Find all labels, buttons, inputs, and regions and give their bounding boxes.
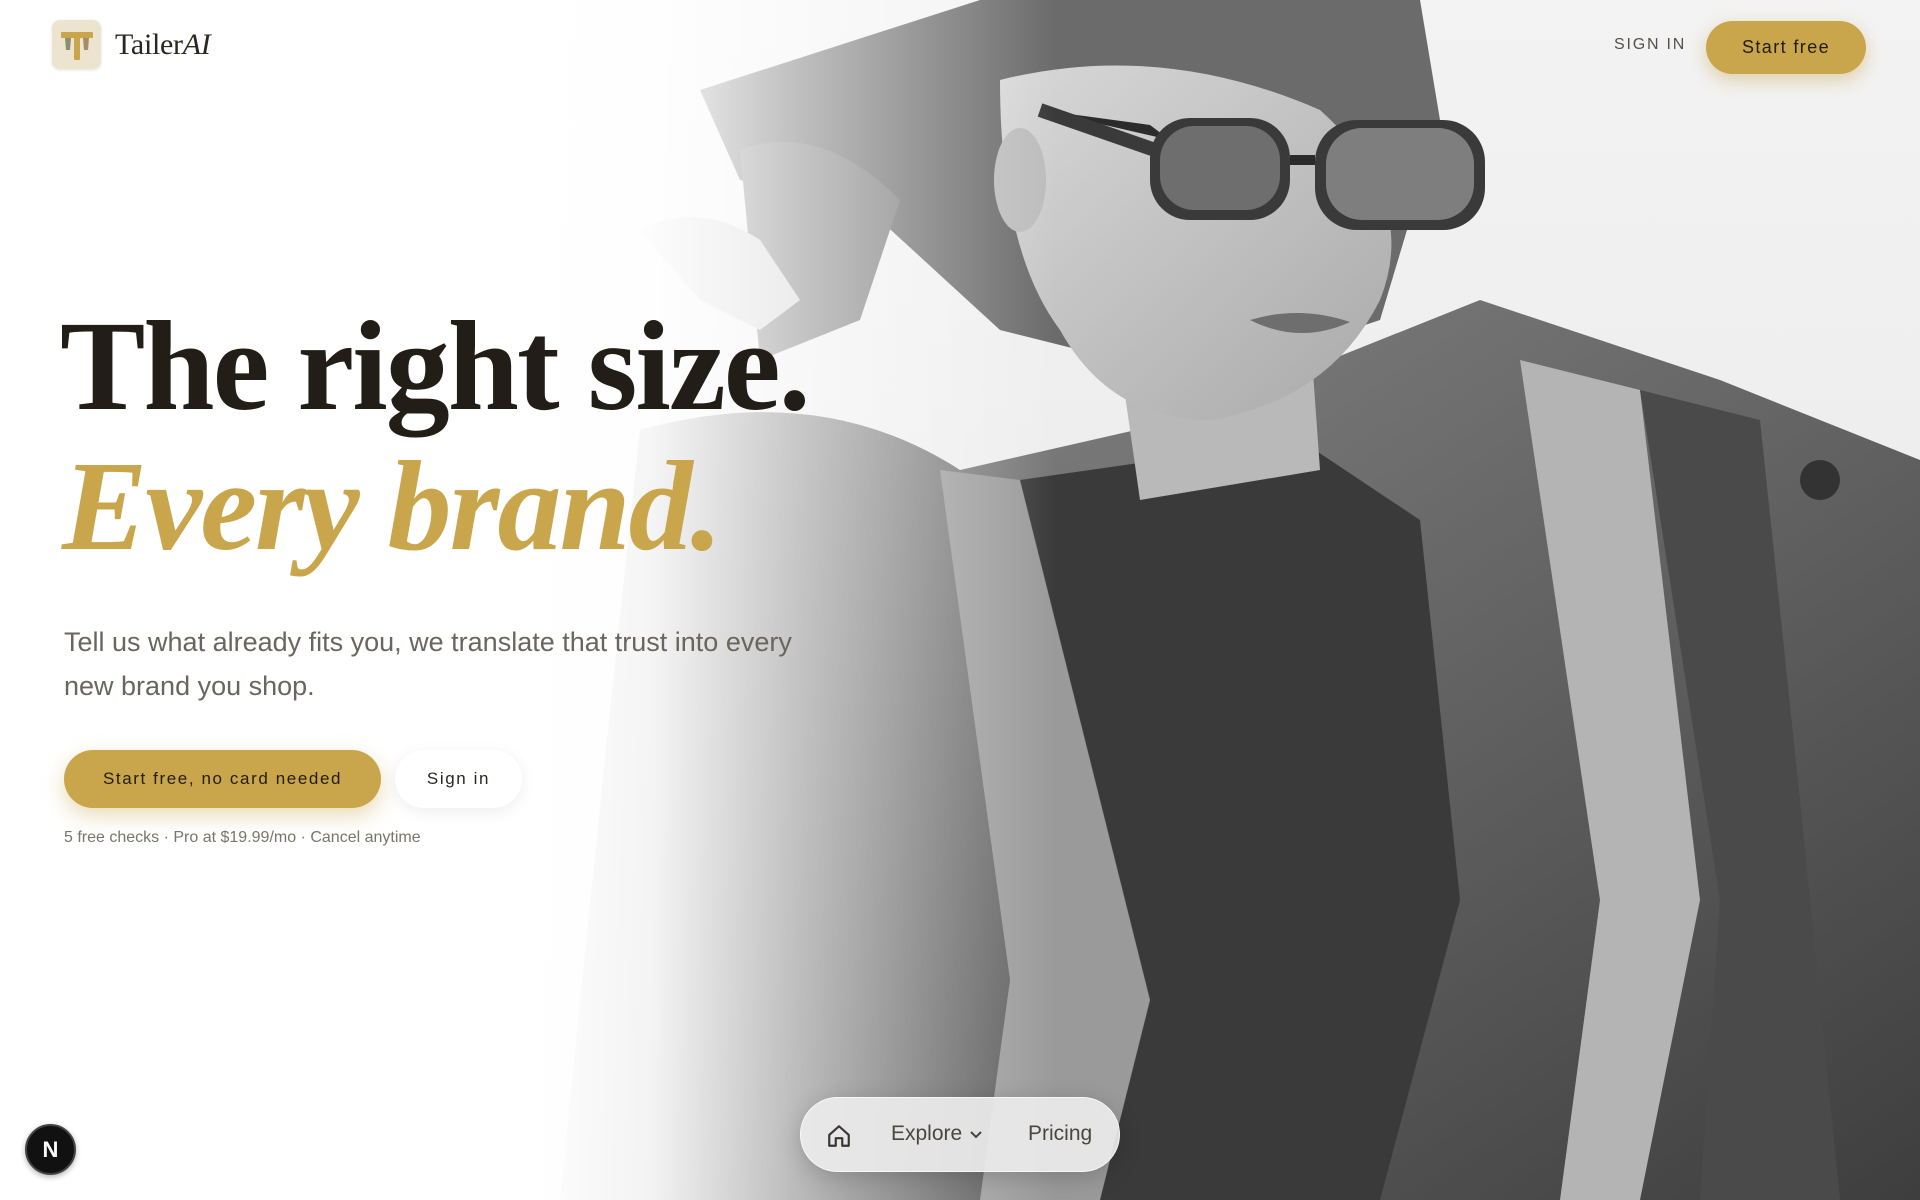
bottom-nav-pill: Explore Pricing — [800, 1097, 1120, 1172]
chevron-down-icon — [970, 1131, 982, 1139]
nav-sign-in-link[interactable]: SIGN IN — [1614, 36, 1686, 54]
hero-headline-line-1: The right size. — [60, 295, 811, 437]
hero-fade-overlay — [0, 0, 1920, 1200]
nav-start-free-button[interactable]: Start free — [1706, 21, 1866, 74]
site-header: TailerAI SIGN IN Start free — [0, 0, 1920, 96]
explore-label: Explore — [891, 1122, 963, 1145]
hero-subcopy: Tell us what already fits you, we transl… — [64, 627, 792, 701]
tailor-t-icon — [52, 20, 101, 69]
sign-in-cta-button[interactable]: Sign in — [395, 750, 522, 808]
brand-logo-link[interactable]: TailerAI — [52, 20, 211, 69]
brand-name: TailerAI — [115, 27, 211, 62]
brand-name-suffix: AI — [182, 27, 211, 61]
dev-badge-label: N — [42, 1136, 59, 1162]
next-dev-badge[interactable]: N — [25, 1124, 76, 1175]
hero-photo — [0, 0, 1920, 1200]
pricing-fineprint: 5 free checks · Pro at $19.99/mo · Cance… — [64, 829, 421, 846]
brand-name-main: Tailer — [115, 27, 183, 61]
pricing-link[interactable]: Pricing — [1028, 1122, 1092, 1146]
home-icon[interactable] — [826, 1123, 852, 1149]
start-free-cta-button[interactable]: Start free, no card needed — [64, 750, 381, 808]
hero-headline-line-2: Every brand. — [62, 435, 723, 577]
explore-menu-button[interactable]: Explore — [891, 1122, 984, 1146]
